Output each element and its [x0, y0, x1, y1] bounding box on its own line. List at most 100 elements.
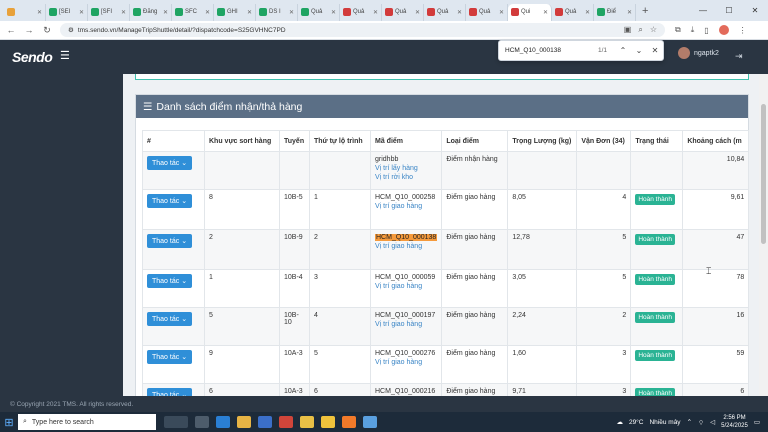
logout-icon[interactable]: ⇥ — [735, 51, 743, 62]
bookmark-star-icon[interactable]: ☆ — [650, 25, 657, 35]
browser-tab[interactable]: Đăng ✕ — [130, 3, 172, 21]
action-button[interactable]: Thao tác ⌄ — [147, 388, 193, 396]
table-cell: 8,05 — [507, 189, 578, 230]
table-cell: 2 — [309, 229, 371, 270]
profile-avatar-icon[interactable] — [718, 25, 729, 35]
action-button-label: Thao tác — [152, 198, 180, 205]
browser-tab[interactable]: SFC ✕ — [172, 3, 214, 21]
app-icon-blue[interactable] — [363, 416, 377, 428]
browser-tab[interactable]: Quả ✕ — [340, 3, 382, 21]
browser-tab[interactable]: Điể ✕ — [594, 3, 636, 21]
site-info-icon[interactable]: ⚙ — [68, 26, 74, 34]
tab-close-icon[interactable]: ✕ — [205, 9, 210, 16]
chrome-icon[interactable] — [300, 416, 314, 428]
action-button[interactable]: Thao tác ⌄ — [147, 194, 193, 208]
taskbar-search-field[interactable]: ⌕ Type here to search — [18, 414, 156, 430]
download-icon[interactable]: ⤓ — [691, 25, 695, 35]
browser-tab[interactable]: [SFI ✕ — [88, 3, 130, 21]
browser-tab[interactable]: GHI ✕ — [214, 3, 256, 21]
browser-tab[interactable]: [SEI ✕ — [46, 3, 88, 21]
tab-close-icon[interactable]: ✕ — [163, 9, 168, 16]
browser-tab[interactable]: DS I ✕ — [256, 3, 298, 21]
sendo-logo[interactable]: Sendo — [12, 49, 53, 65]
store-icon[interactable] — [258, 416, 272, 428]
forward-icon[interactable]: → — [22, 25, 36, 35]
location-link[interactable]: Vị trí giao hàng — [375, 203, 437, 210]
mail-icon[interactable] — [279, 416, 293, 428]
table-row: Thao tác ⌄ 1 10B-4 3 HCM_Q10_000059 Vị trí gi… — [142, 269, 750, 308]
action-button[interactable]: Thao tác ⌄ — [147, 350, 193, 364]
action-button[interactable]: Thao tác ⌄ — [147, 274, 193, 288]
tab-favicon-icon — [511, 8, 519, 16]
location-link[interactable]: Vị trí rời kho — [375, 174, 437, 181]
find-next-icon[interactable]: ⌄ — [631, 46, 647, 55]
scrollbar-thumb[interactable] — [761, 104, 766, 244]
distance: 78 — [736, 274, 745, 281]
new-tab-icon[interactable]: + — [642, 5, 648, 17]
notification-icon[interactable]: ▭ — [754, 418, 760, 426]
user-menu[interactable]: ngaptk2 — [678, 47, 719, 59]
app-icon-orange[interactable] — [342, 416, 356, 428]
tab-close-icon[interactable]: ✕ — [121, 9, 126, 16]
task-view-icon[interactable] — [195, 416, 209, 428]
tab-close-icon[interactable]: ✕ — [289, 9, 294, 16]
action-button[interactable]: Thao tác ⌄ — [147, 234, 193, 248]
tab-close-icon[interactable]: ✕ — [373, 9, 378, 16]
clock[interactable]: 2:56 PM 5/24/2025 — [721, 414, 748, 430]
tab-close-icon[interactable]: ✕ — [627, 9, 632, 16]
network-icon[interactable]: ⌔ — [698, 418, 704, 427]
back-icon[interactable]: ← — [4, 25, 18, 35]
table-row: Thao tác ⌄ 9 10A-3 5 HCM_Q10_000276 Vị trí gi… — [142, 345, 750, 384]
find-prev-icon[interactable]: ⌃ — [615, 46, 631, 55]
tab-close-icon[interactable]: ✕ — [79, 9, 84, 16]
location-link[interactable]: Vị trí giao hàng — [375, 283, 437, 290]
find-input[interactable]: HCM_Q10_000138 — [505, 47, 561, 54]
file-explorer-icon[interactable] — [237, 416, 251, 428]
graduation-cap-icon[interactable] — [164, 416, 188, 428]
browser-tab[interactable]: Quả ✕ — [424, 3, 466, 21]
tab-close-icon[interactable]: ✕ — [585, 9, 590, 16]
extensions-icon[interactable]: ⧉ — [675, 25, 681, 35]
maximize-icon[interactable]: ☐ — [716, 6, 742, 15]
find-close-icon[interactable]: ✕ — [647, 46, 663, 55]
page-scrollbar[interactable] — [759, 74, 768, 396]
browser-tab[interactable]: Qui ✕ — [508, 3, 552, 21]
action-button[interactable]: Thao tác ⌄ — [147, 312, 193, 326]
tab-label: [SEI — [59, 9, 71, 15]
menu-dots-icon[interactable]: ⋮ — [739, 26, 747, 35]
location-link[interactable]: Vị trí giao hàng — [375, 321, 437, 328]
tab-close-icon[interactable]: ✕ — [499, 9, 504, 16]
browser-tab[interactable]: ✕ — [4, 3, 46, 21]
tab-close-icon[interactable]: ✕ — [247, 9, 252, 16]
location-link[interactable]: Vị trí giao hàng — [375, 243, 437, 250]
reload-icon[interactable]: ↻ — [40, 25, 54, 36]
sidepanel-icon[interactable]: ▯ — [704, 26, 708, 35]
table-row: Thao tác ⌄ 2 10B-9 2 HCM_Q10_000138 Vị trí gi… — [142, 229, 750, 270]
tab-close-icon[interactable]: ✕ — [331, 9, 336, 16]
table-cell: 9 — [204, 345, 280, 384]
tab-close-icon[interactable]: ✕ — [415, 9, 420, 16]
volume-icon[interactable]: ◁ — [710, 418, 715, 426]
tab-close-icon[interactable]: ✕ — [543, 9, 548, 16]
close-icon[interactable]: ✕ — [742, 6, 768, 15]
action-button[interactable]: Thao tác ⌄ — [147, 156, 193, 170]
weather-icon[interactable]: ☁ — [616, 418, 623, 426]
browser-tab[interactable]: Quả ✕ — [552, 3, 594, 21]
browser-tab[interactable]: Quả ✕ — [298, 3, 340, 21]
browser-tab[interactable]: Quả ✕ — [382, 3, 424, 21]
page-icon[interactable]: ▣ — [624, 25, 632, 35]
sticky-notes-icon[interactable] — [321, 416, 335, 428]
hamburger-menu-icon[interactable]: ☰ — [60, 49, 70, 62]
tab-close-icon[interactable]: ✕ — [457, 9, 462, 16]
zoom-icon[interactable]: ⌕ — [638, 25, 642, 35]
minimize-icon[interactable]: — — [690, 6, 716, 15]
table-cell: Hoàn thành — [630, 229, 684, 270]
url-field[interactable]: ⚙ tms.sendo.vn/ManageTripShuttle/detail/… — [60, 23, 665, 37]
browser-tab[interactable]: Quả ✕ — [466, 3, 508, 21]
location-link[interactable]: Vị trí giao hàng — [375, 359, 437, 366]
edge-browser-icon[interactable] — [216, 416, 230, 428]
location-link[interactable]: Vị trí lấy hàng — [375, 165, 437, 172]
tab-close-icon[interactable]: ✕ — [37, 9, 42, 16]
tray-chevron-icon[interactable]: ⌃ — [687, 418, 692, 426]
windows-start-icon[interactable]: ⊞ — [0, 416, 18, 429]
